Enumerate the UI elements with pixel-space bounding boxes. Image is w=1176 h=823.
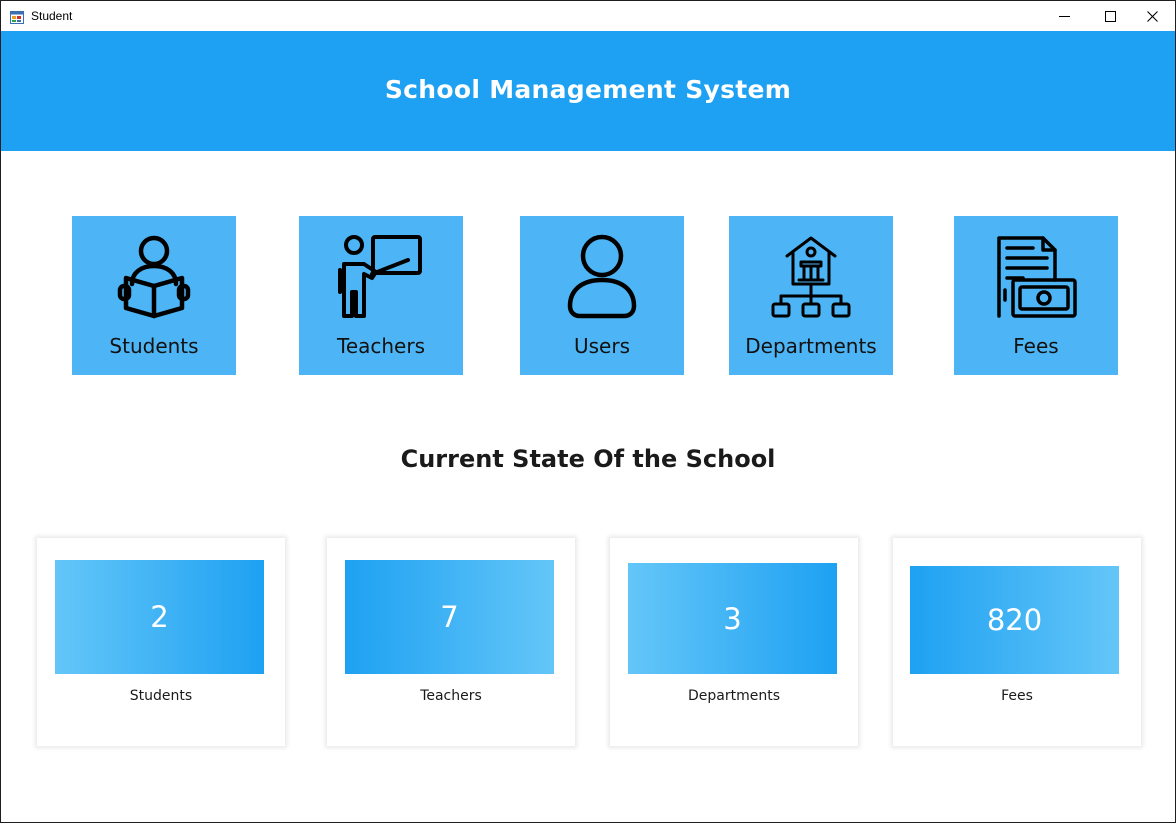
departments-tile-button[interactable]: Departments xyxy=(729,216,893,375)
minimize-icon xyxy=(1058,15,1070,17)
window-title: Student xyxy=(31,9,73,23)
page-title: School Management System xyxy=(384,75,792,104)
student-reading-icon xyxy=(117,235,191,319)
stat-value-teachers: 7 xyxy=(440,600,459,634)
close-icon xyxy=(1146,10,1158,22)
stat-value-departments: 3 xyxy=(723,601,742,636)
stat-value-box: 820 xyxy=(910,566,1119,674)
stat-label-students: Students xyxy=(129,688,193,704)
title-bar: Student xyxy=(1,1,1175,31)
tile-label-users: Users xyxy=(573,334,630,358)
header-banner: School Management System xyxy=(1,31,1175,151)
fees-money-icon xyxy=(997,236,1077,318)
students-tile-button[interactable]: Students xyxy=(72,216,236,375)
users-tile-button[interactable]: Users xyxy=(520,216,684,375)
stat-card-students: 2 Students xyxy=(37,538,285,746)
stat-label-teachers: Teachers xyxy=(420,688,482,704)
tile-label-fees: Fees xyxy=(1013,334,1059,358)
maximize-icon xyxy=(1104,10,1116,22)
stat-card-fees: 820 Fees xyxy=(893,538,1141,746)
minimize-button[interactable] xyxy=(1041,1,1087,31)
tile-label-teachers: Teachers xyxy=(337,334,425,358)
stat-label-fees: Fees xyxy=(1001,688,1033,704)
stat-value-box: 7 xyxy=(345,560,554,674)
user-icon xyxy=(567,234,637,319)
stat-value-fees: 820 xyxy=(986,603,1043,637)
tile-label-students: Students xyxy=(109,334,199,358)
tile-label-departments: Departments xyxy=(745,334,877,358)
stat-card-teachers: 7 Teachers xyxy=(327,538,575,746)
stat-value-box: 3 xyxy=(628,563,837,674)
teacher-board-icon xyxy=(338,235,422,318)
main-window: Student School Management System Student… xyxy=(0,0,1176,823)
close-button[interactable] xyxy=(1129,1,1175,31)
stat-card-departments: 3 Departments xyxy=(610,538,858,746)
maximize-button[interactable] xyxy=(1087,1,1133,31)
app-form-icon xyxy=(10,9,24,24)
section-title: Current State Of the School xyxy=(400,445,776,473)
fees-tile-button[interactable]: Fees xyxy=(954,216,1118,375)
stat-value-students: 2 xyxy=(150,600,169,634)
stat-label-departments: Departments xyxy=(687,688,780,704)
teachers-tile-button[interactable]: Teachers xyxy=(299,216,463,375)
stat-value-box: 2 xyxy=(55,560,264,674)
department-building-icon xyxy=(771,236,851,318)
